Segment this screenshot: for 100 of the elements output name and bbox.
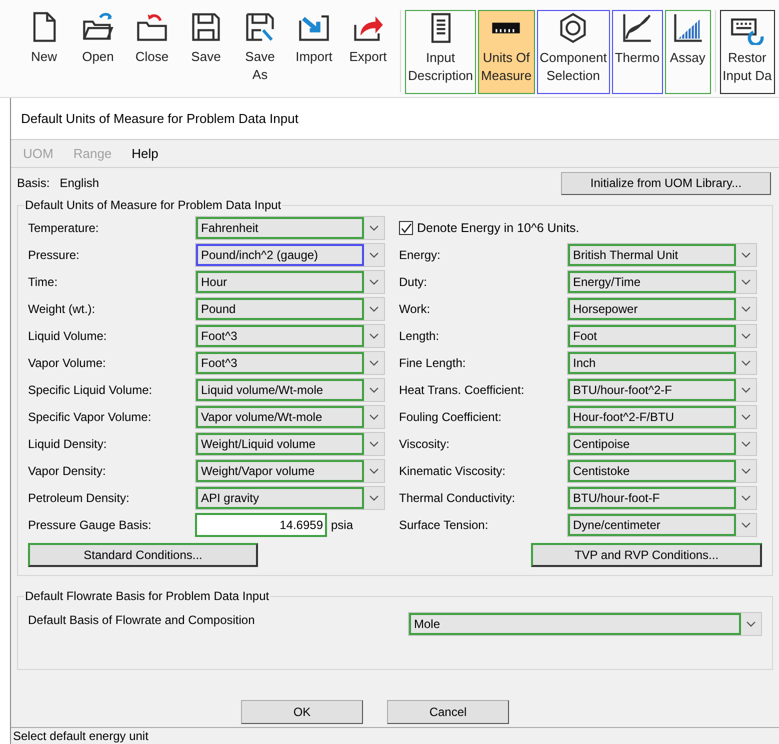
unit-dropdown[interactable]: Centistoke (567, 459, 757, 483)
field-label: Petroleum Density: (28, 490, 130, 507)
field-label: Liquid Volume: (28, 328, 108, 345)
field-label: Weight (wt.): (28, 301, 96, 318)
unit-dropdown[interactable]: Inch (567, 351, 757, 375)
dialog-button[interactable]: Standard Conditions... (28, 543, 258, 567)
chevron-down-icon (741, 252, 751, 258)
group-title: Default Flowrate Basis for Problem Data Input (24, 589, 270, 603)
field-label: Duty: (399, 274, 428, 291)
unit-dropdown[interactable]: BTU/hour-foot^2-F (567, 378, 757, 402)
status-text: Select default energy unit (13, 728, 148, 744)
field-label: Thermal Conductivity: (399, 490, 516, 507)
unit-dropdown[interactable]: Pound/inch^2 (gauge) (195, 243, 385, 267)
unit-dropdown[interactable]: Weight/Liquid volume (195, 432, 385, 456)
toolbar-button[interactable]: Open (74, 10, 122, 94)
toolbar-button[interactable]: Thermo (612, 10, 663, 94)
field-label: Specific Liquid Volume: (28, 382, 154, 399)
unit-dropdown[interactable]: Hour-foot^2-F/BTU (567, 405, 757, 429)
initialize-button[interactable]: Initialize from UOM Library... (561, 172, 771, 194)
field-label: Surface Tension: (399, 517, 490, 534)
chevron-down-icon (741, 468, 751, 474)
field-label: Time: (28, 274, 59, 291)
unit-dropdown[interactable]: Pound (195, 297, 385, 321)
field-label: Heat Trans. Coefficient: (399, 382, 526, 399)
field-label: Default Basis of Flowrate and Composition (28, 612, 256, 629)
chevron-down-icon (369, 333, 379, 339)
dialog-button[interactable]: Cancel (387, 700, 509, 724)
field-label: Energy: (399, 247, 442, 264)
chevron-down-icon (369, 279, 379, 285)
chevron-down-icon (741, 414, 751, 420)
unit-dropdown[interactable]: Weight/Vapor volume (195, 459, 385, 483)
field-label: Work: (399, 301, 432, 318)
toolbar-button[interactable]: Input Description (405, 10, 476, 94)
toolbar-button[interactable]: Units Of Measure (478, 10, 535, 94)
unit-dropdown[interactable]: Hour (195, 270, 385, 294)
unit-dropdown[interactable]: BTU/hour-foot-F (567, 486, 757, 510)
unit-dropdown[interactable]: Vapor volume/Wt-mole (195, 405, 385, 429)
unit-dropdown[interactable]: Centipoise (567, 432, 757, 456)
chevron-down-icon (741, 495, 751, 501)
unit-dropdown[interactable]: Foot^3 (195, 351, 385, 375)
chevron-down-icon (741, 522, 751, 528)
field-label: Specific Vapor Volume: (28, 409, 152, 426)
field-label: Vapor Volume: (28, 355, 107, 372)
chevron-down-icon (741, 360, 751, 366)
unit-dropdown[interactable]: API gravity (195, 486, 385, 510)
number-field[interactable]: 14.6959 (195, 513, 327, 537)
field-label: Fine Length: (399, 355, 467, 372)
chevron-down-icon (741, 333, 751, 339)
checkmark-icon (400, 222, 412, 234)
unit-dropdown[interactable]: Energy/Time (567, 270, 757, 294)
chevron-down-icon (369, 225, 379, 231)
field-label: Temperature: (28, 220, 100, 237)
toolbar-button[interactable]: Import (290, 10, 338, 94)
dialog-button[interactable]: OK (241, 700, 363, 724)
field-label: Fouling Coefficient: (399, 409, 503, 426)
toolbar-button[interactable]: Save As (236, 10, 284, 94)
unit-label: psia (331, 517, 354, 534)
field-label: Liquid Density: (28, 436, 108, 453)
toolbar-button[interactable]: Export (344, 10, 392, 94)
unit-dropdown[interactable]: Foot^3 (195, 324, 385, 348)
chevron-down-icon (741, 306, 751, 312)
chevron-down-icon (741, 441, 751, 447)
unit-dropdown[interactable]: Horsepower (567, 297, 757, 321)
unit-dropdown[interactable]: Mole (408, 612, 762, 636)
dialog-button[interactable]: TVP and RVP Conditions... (531, 543, 762, 567)
toolbar-button[interactable]: Assay (664, 10, 711, 94)
chevron-down-icon (369, 252, 379, 258)
group-title: Default Units of Measure for Problem Data Input (24, 198, 282, 212)
unit-dropdown[interactable]: Dyne/centimeter (567, 513, 757, 537)
field-label: Pressure Gauge Basis: (28, 517, 152, 534)
unit-dropdown[interactable]: Liquid volume/Wt-mole (195, 378, 385, 402)
unit-dropdown[interactable]: Fahrenheit (195, 216, 385, 240)
chevron-down-icon (369, 360, 379, 366)
basis-label: Basis: (17, 175, 50, 192)
chevron-down-icon (369, 387, 379, 393)
toolbar-button[interactable]: New (20, 10, 68, 94)
dialog-title: Default Units of Measure for Problem Data Input (21, 110, 298, 128)
toolbar-button[interactable]: Close (128, 10, 176, 94)
unit-dropdown[interactable]: Foot (567, 324, 757, 348)
chevron-down-icon (741, 387, 751, 393)
field-label: Pressure: (28, 247, 80, 264)
floppy-disk-pencil-icon (243, 10, 277, 44)
unit-dropdown[interactable]: British Thermal Unit (567, 243, 757, 267)
chevron-down-icon (369, 441, 379, 447)
chevron-down-icon (741, 279, 751, 285)
checkbox[interactable]: Denote Energy in 10^6 Units. (399, 218, 580, 238)
field-label: Vapor Density: (28, 463, 107, 480)
chevron-down-icon (369, 495, 379, 501)
toolbar-button[interactable]: Restor Input Da (720, 10, 775, 94)
chevron-down-icon (369, 468, 379, 474)
field-label: Length: (399, 328, 440, 345)
field-label: Kinematic Viscosity: (399, 463, 506, 480)
chevron-down-icon (369, 306, 379, 312)
chevron-down-icon (369, 414, 379, 420)
field-label: Viscosity: (399, 436, 450, 453)
chevron-down-icon (746, 621, 756, 627)
menu-item[interactable]: Help (130, 144, 160, 164)
toolbar-button[interactable]: Component Selection (536, 10, 610, 94)
basis-value: English (60, 175, 100, 192)
toolbar-button[interactable]: Save (182, 10, 230, 94)
